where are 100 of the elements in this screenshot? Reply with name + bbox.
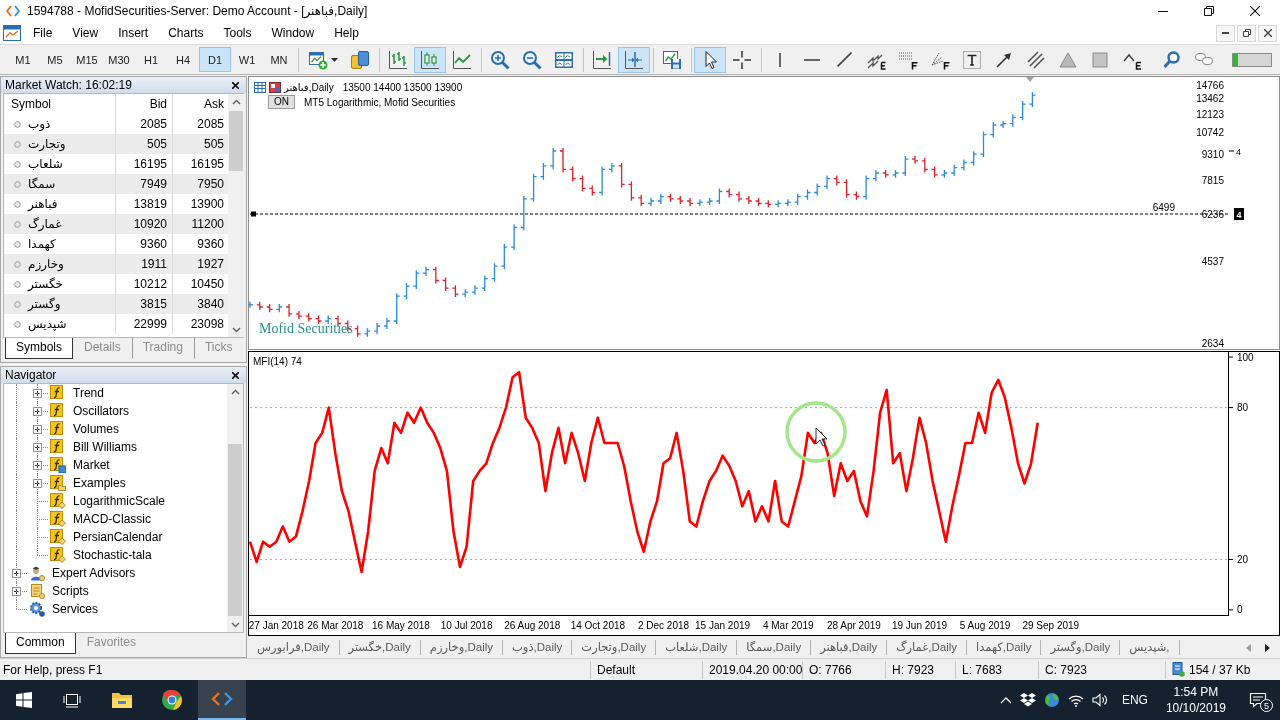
timeframe-button[interactable]: D1 [199, 47, 231, 72]
panel-tab[interactable]: Common [5, 633, 76, 654]
scroll-thumb[interactable] [229, 111, 243, 171]
dashed-level-line[interactable] [249, 213, 1229, 215]
chevron-up-icon[interactable] [999, 696, 1012, 704]
line-end-icon[interactable] [251, 211, 256, 217]
zoom-out-icon [522, 49, 542, 70]
scroll-right-icon[interactable] [1265, 643, 1270, 652]
scroll-up-icon[interactable] [230, 389, 240, 395]
ask-price: 9360 [196, 236, 225, 253]
menu-item[interactable]: Tools [213, 23, 262, 43]
chart-tab[interactable]: ذوب,Daily [503, 640, 573, 655]
timeframe-button[interactable]: M15 [71, 47, 103, 72]
expander-icon[interactable] [33, 479, 42, 488]
grid-icon[interactable] [254, 82, 266, 93]
timeframe-button[interactable]: M30 [103, 47, 135, 72]
close-chart-button[interactable] [1258, 24, 1277, 42]
expander-icon[interactable] [12, 587, 21, 596]
vertical-scrollbar[interactable] [227, 384, 243, 632]
chevrons-icon [211, 691, 233, 707]
expander-icon[interactable] [12, 569, 21, 578]
notification-icon[interactable] [1249, 692, 1267, 708]
column-header[interactable]: Bid [116, 94, 173, 114]
tree-item[interactable]: MACD-Classic [73, 512, 151, 526]
column-header[interactable]: Symbol [4, 94, 116, 114]
chart-tab[interactable]: فباهنر,Daily [811, 640, 888, 655]
cursor-highlight-icon [785, 401, 847, 463]
shift-marker-icon[interactable] [1026, 77, 1034, 82]
restore-chart-button[interactable] [1237, 24, 1256, 42]
tree-item[interactable]: Examples [73, 476, 126, 490]
tree-item[interactable]: PersianCalendar [73, 530, 163, 544]
chart-window-icon[interactable] [3, 25, 21, 41]
expander-icon[interactable] [33, 461, 42, 470]
wifi-icon[interactable] [1067, 693, 1084, 707]
toggle-button[interactable]: ON [268, 95, 295, 109]
menu-item[interactable]: Help [324, 23, 369, 43]
axis-label: 20 [1237, 553, 1249, 565]
timeframe-button[interactable]: M1 [7, 47, 39, 72]
clock[interactable]: 1:54 PM 10/10/2019 [1165, 684, 1226, 716]
timeframe-button[interactable]: H4 [167, 47, 199, 72]
box-icon[interactable] [1019, 693, 1036, 707]
timeframe-button[interactable]: MN [263, 47, 295, 72]
scroll-down-icon[interactable] [231, 327, 241, 333]
menu-item[interactable]: Charts [158, 23, 214, 43]
line-label: 6499 [1152, 202, 1175, 213]
chart-tab[interactable]: وخارزم,Daily [420, 640, 504, 655]
chart-plus-icon [307, 49, 328, 70]
timeframe-button[interactable]: H1 [135, 47, 167, 72]
expander-icon[interactable] [33, 425, 42, 434]
status-dot-icon [14, 140, 21, 148]
candlestick-button[interactable] [414, 46, 446, 73]
expander-icon[interactable] [33, 443, 42, 452]
expander-icon[interactable] [33, 389, 42, 398]
menu-item[interactable]: View [62, 23, 109, 43]
menu-item[interactable]: File [23, 23, 63, 43]
minimize-chart-button[interactable] [1216, 24, 1235, 42]
chart-tab[interactable]: وگستر,Daily [1041, 640, 1121, 655]
chart-tab[interactable]: فرابورس,Daily [248, 640, 340, 655]
trading-app-button[interactable] [198, 680, 246, 720]
chart-tab[interactable]: شلعاب,Daily [656, 640, 738, 655]
input-language[interactable]: ENG [1121, 693, 1148, 707]
column-header[interactable]: Ask [173, 94, 228, 114]
scroll-thumb[interactable] [228, 444, 242, 616]
timeframe-button[interactable]: W1 [231, 47, 263, 72]
chart-tab[interactable]: خگستر,Daily [339, 640, 421, 655]
flag-icon[interactable] [269, 82, 281, 93]
tree-item[interactable]: Oscillators [73, 404, 129, 418]
speaker-icon[interactable] [1091, 693, 1108, 707]
menu-item[interactable]: Insert [108, 23, 159, 43]
chart-tab[interactable]: غمارگ,Daily [887, 640, 968, 655]
zoom-in-icon [490, 49, 510, 70]
scroll-up-icon[interactable] [231, 99, 241, 105]
timeframe-button[interactable]: M5 [39, 47, 71, 72]
ask-price: 1927 [196, 256, 225, 273]
chart-tab[interactable]: سمگا,Daily [737, 640, 812, 655]
chart-tab[interactable]: وتجارت,Daily [572, 640, 657, 655]
vertical-scrollbar[interactable] [228, 94, 244, 337]
tree-item[interactable]: Expert Advisors [52, 566, 136, 580]
tree-item[interactable]: Volumes [73, 422, 120, 436]
menu-item[interactable]: Window [261, 23, 325, 43]
date-label: 26 Aug 2018 [504, 620, 561, 631]
cursor-button[interactable] [694, 46, 726, 73]
tree-item[interactable]: LogarithmicScale [73, 494, 166, 508]
tree-item[interactable]: Services [52, 602, 98, 616]
status-dot-icon [14, 240, 21, 248]
ask-price: 505 [202, 136, 225, 153]
scroll-down-icon[interactable] [230, 622, 240, 628]
auto-scroll-button[interactable] [618, 46, 650, 73]
date-label: 16 May 2018 [372, 620, 430, 631]
tree-item[interactable]: Trend [73, 386, 104, 400]
axis-arrows-icon [624, 49, 644, 70]
tree-item[interactable]: Scripts [52, 584, 89, 598]
panel-tab[interactable]: Symbols [5, 338, 73, 359]
expander-icon[interactable] [33, 407, 42, 416]
tree-item[interactable]: Market [73, 458, 110, 472]
chart-tab[interactable]: کهمدا,Daily [967, 640, 1042, 655]
tree-item[interactable]: Bill Williams [73, 440, 137, 454]
chart-tab[interactable]: شپدیس, [1120, 640, 1180, 655]
globe-icon[interactable] [1043, 692, 1060, 708]
tree-item[interactable]: Stochastic-tala [73, 548, 152, 562]
